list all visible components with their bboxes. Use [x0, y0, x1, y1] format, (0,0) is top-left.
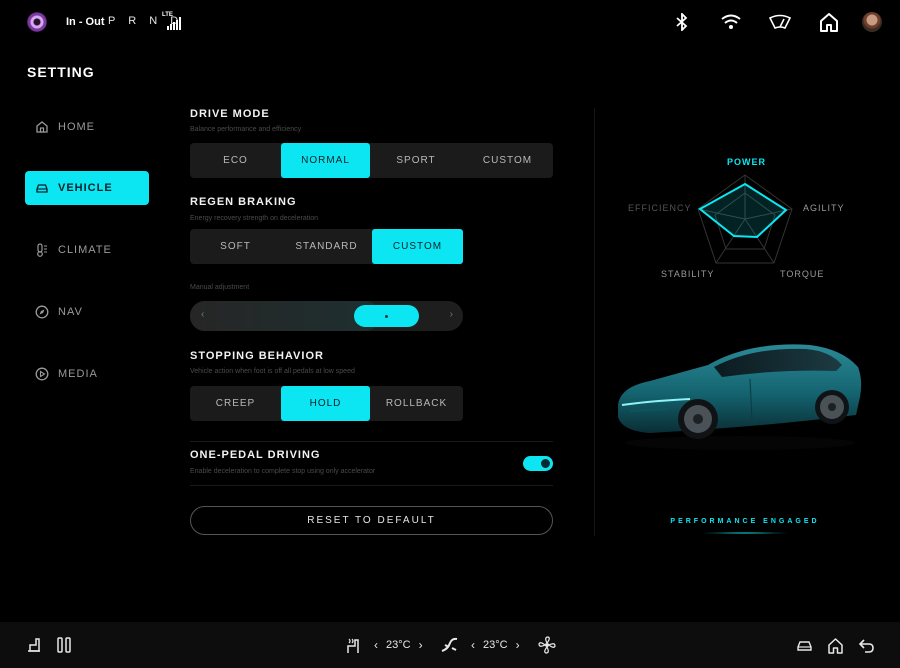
regen-selector: SOFT STANDARD CUSTOM — [190, 229, 463, 264]
performance-radar — [697, 174, 793, 264]
left-temperature: 23°C — [386, 639, 411, 651]
seat-icon[interactable] — [26, 636, 42, 654]
radar-label-stability: STABILITY — [661, 269, 715, 279]
route-label: In - Out — [66, 16, 105, 28]
radar-shape — [698, 182, 788, 239]
regen-custom[interactable]: CUSTOM — [372, 229, 463, 264]
divider — [190, 441, 553, 442]
right-temperature: 23°C — [483, 639, 508, 651]
sidebar-item-label: NAV — [58, 306, 83, 318]
home-icon[interactable] — [816, 10, 842, 34]
home-icon[interactable] — [827, 636, 844, 654]
slider-track-fill — [190, 301, 380, 331]
stopping-title: STOPPING BEHAVIOR — [190, 350, 324, 362]
fan-icon[interactable] — [538, 636, 556, 654]
sidebar-item-media[interactable]: MEDIA — [25, 357, 149, 391]
slider-increase-icon[interactable]: › — [450, 309, 453, 320]
performance-glow — [700, 532, 790, 534]
drive-mode-custom[interactable]: CUSTOM — [462, 143, 553, 178]
bluetooth-icon[interactable] — [669, 10, 695, 34]
sidebar-item-label: MEDIA — [58, 368, 98, 380]
regen-subtitle: Energy recovery strength on deceleration — [190, 215, 319, 222]
regen-soft[interactable]: SOFT — [190, 229, 281, 264]
slider-decrease-icon[interactable]: ‹ — [201, 309, 204, 320]
wiper-icon[interactable] — [767, 10, 793, 34]
page-title: SETTING — [27, 64, 95, 80]
radar-label-efficiency: EFFICIENCY — [628, 203, 692, 213]
play-icon — [35, 367, 49, 381]
stopping-rollback[interactable]: ROLLBACK — [370, 386, 463, 421]
drive-mode-normal[interactable]: NORMAL — [281, 143, 370, 178]
stopping-creep[interactable]: CREEP — [190, 386, 281, 421]
left-temp-increase-icon[interactable]: › — [419, 638, 423, 652]
regen-title: REGEN BRAKING — [190, 196, 297, 208]
sidebar-item-climate[interactable]: CLIMATE — [25, 233, 149, 267]
avatar[interactable] — [862, 12, 882, 32]
one-pedal-title: ONE-PEDAL DRIVING — [190, 449, 321, 461]
divider — [190, 485, 553, 486]
sidebar-item-label: VEHICLE — [58, 182, 113, 194]
wifi-icon[interactable] — [718, 10, 744, 34]
airflow-icon[interactable] — [440, 636, 460, 654]
drive-mode-selector: ECO NORMAL SPORT CUSTOM — [190, 143, 553, 178]
slider-knob[interactable] — [354, 305, 419, 327]
back-icon[interactable] — [858, 636, 875, 654]
thermometer-icon — [37, 243, 47, 257]
stopping-hold[interactable]: HOLD — [281, 386, 370, 421]
regen-slider[interactable]: ‹ › — [190, 301, 463, 331]
sidebar-item-home[interactable]: HOME — [25, 110, 149, 144]
radar-label-agility: AGILITY — [803, 203, 845, 213]
one-pedal-subtitle: Enable deceleration to complete stop usi… — [190, 468, 376, 475]
sidebar-item-vehicle[interactable]: VEHICLE — [25, 171, 149, 205]
car-image — [618, 344, 862, 450]
home-icon — [36, 121, 48, 133]
sidebar-item-nav[interactable]: NAV — [25, 295, 149, 329]
drive-mode-eco[interactable]: ECO — [190, 143, 281, 178]
right-temp-decrease-icon[interactable]: ‹ — [471, 638, 475, 652]
sidebar-item-label: HOME — [58, 121, 95, 133]
compass-icon — [35, 305, 49, 319]
signal-icon: LTE — [162, 12, 184, 32]
left-temp-decrease-icon[interactable]: ‹ — [374, 638, 378, 652]
seat-heat-icon[interactable] — [344, 636, 361, 654]
pause-icon[interactable] — [57, 636, 71, 654]
right-temp-increase-icon[interactable]: › — [516, 638, 520, 652]
performance-status: PERFORMANCE ENGAGED — [670, 518, 820, 525]
regen-standard[interactable]: STANDARD — [281, 229, 372, 264]
panel-divider — [594, 108, 595, 536]
status-bar: In - Out P R N D LTE — [0, 0, 900, 44]
car-icon — [36, 184, 48, 193]
one-pedal-toggle[interactable] — [523, 456, 553, 471]
stopping-subtitle: Vehicle action when foot is off all peda… — [190, 368, 355, 375]
car-icon[interactable] — [796, 636, 813, 654]
drive-mode-subtitle: Balance performance and efficiency — [190, 126, 302, 133]
stopping-selector: CREEP HOLD ROLLBACK — [190, 386, 463, 421]
radar-label-torque: TORQUE — [780, 269, 825, 279]
radar-label-power: POWER — [727, 157, 767, 167]
manual-adjustment-label: Manual adjustment — [190, 284, 250, 291]
app-logo[interactable] — [27, 12, 47, 32]
sidebar-item-label: CLIMATE — [58, 244, 112, 256]
drive-mode-sport[interactable]: SPORT — [370, 143, 462, 178]
bottom-bar: ‹ 23°C › ‹ 23°C › — [0, 622, 900, 668]
reset-to-default-button[interactable]: RESET TO DEFAULT — [190, 506, 553, 535]
drive-mode-title: DRIVE MODE — [190, 108, 270, 120]
